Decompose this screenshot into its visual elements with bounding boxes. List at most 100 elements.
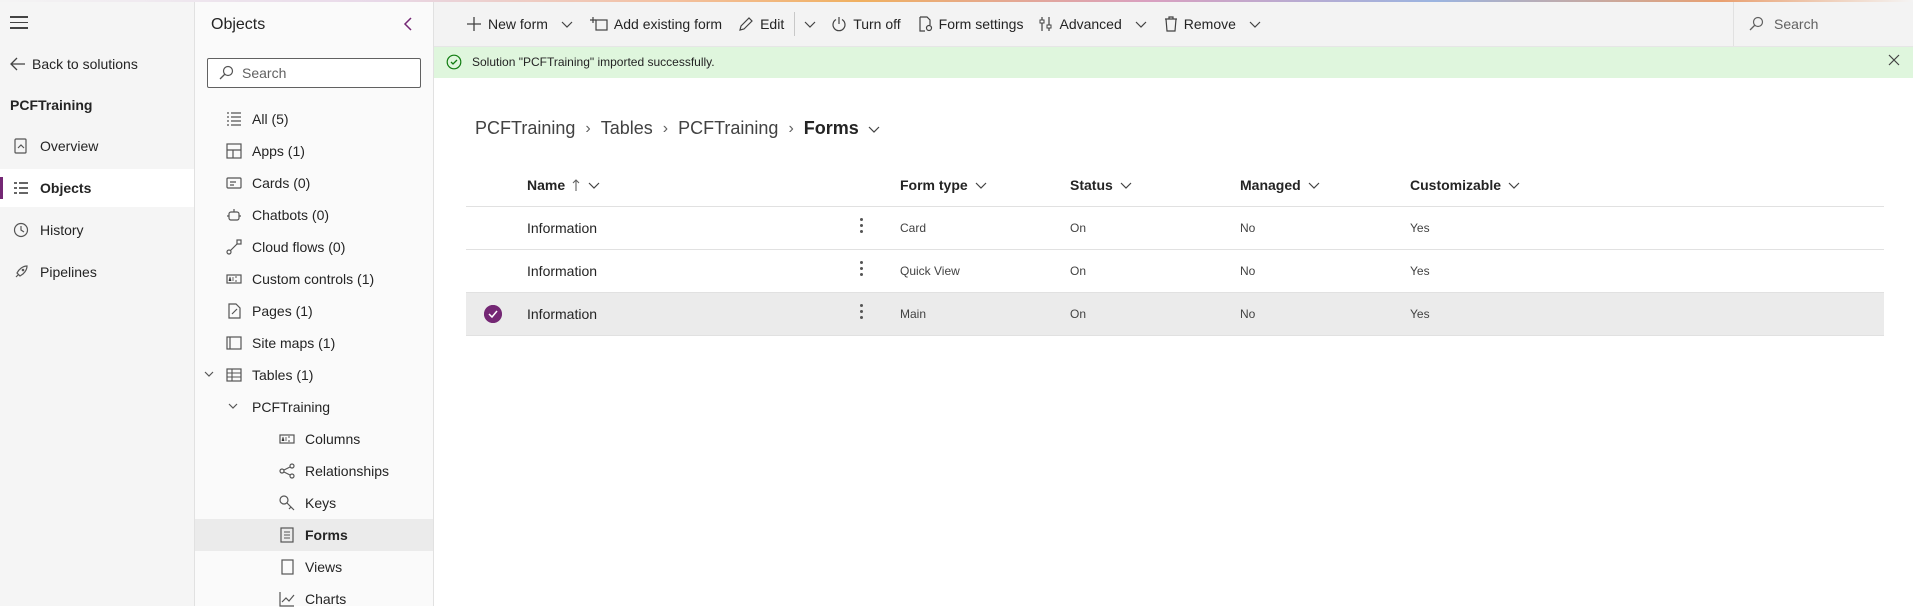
chevron-down-icon[interactable]: [227, 400, 239, 412]
breadcrumb: PCFTraining › Tables › PCFTraining › For…: [475, 118, 881, 139]
command-search-input[interactable]: Search: [1733, 2, 1913, 46]
tree-label: Views: [305, 559, 343, 575]
tree-label: Tables (1): [252, 367, 314, 383]
tree-label: Chatbots (0): [252, 207, 330, 223]
row-selected-checkmark-icon[interactable]: [484, 305, 502, 323]
tree-item-site-maps[interactable]: Site maps (1): [195, 327, 433, 359]
table-row[interactable]: Information Card On No Yes: [466, 207, 1884, 250]
tree-item-views[interactable]: Views: [195, 551, 433, 583]
edit-dropdown-button[interactable]: [797, 2, 823, 46]
remove-button[interactable]: Remove: [1156, 2, 1270, 46]
cell-name[interactable]: Information: [527, 306, 597, 322]
column-header-status-label: Status: [1070, 177, 1113, 193]
column-header-managed-label: Managed: [1240, 177, 1301, 193]
nav-item-objects[interactable]: Objects: [0, 169, 194, 207]
bot-icon: [227, 209, 241, 221]
chevron-down-icon: [1508, 182, 1520, 189]
relationship-icon: [279, 463, 295, 479]
rocket-icon: [15, 265, 28, 278]
tree-item-tables[interactable]: Tables (1): [195, 359, 433, 391]
more-options-icon[interactable]: [860, 218, 864, 236]
turn-off-button[interactable]: Turn off: [823, 2, 908, 46]
view-icon: [281, 559, 294, 575]
checkmark-circle-icon: [446, 54, 462, 70]
breadcrumb-item-solution[interactable]: PCFTraining: [475, 118, 575, 139]
objects-panel-title: Objects: [211, 16, 266, 33]
column-header-name[interactable]: Name: [527, 177, 601, 193]
advanced-button[interactable]: Advanced: [1031, 2, 1155, 46]
overview-icon: [14, 138, 27, 154]
tree-item-custom-controls[interactable]: Custom controls (1): [195, 263, 433, 295]
tree-item-pages[interactable]: Pages (1): [195, 295, 433, 327]
tree-item-charts[interactable]: Charts: [195, 583, 433, 615]
objects-panel: Objects Search All (5) Apps (1) Cards (0…: [195, 2, 434, 607]
history-icon: [13, 222, 29, 238]
solution-name: PCFTraining: [10, 97, 93, 113]
tree-item-cards[interactable]: Cards (0): [195, 167, 433, 199]
add-existing-form-button[interactable]: Add existing form: [582, 2, 730, 46]
breadcrumb-item-table[interactable]: PCFTraining: [678, 118, 778, 139]
tree-label: Keys: [305, 495, 337, 511]
cell-form-type: Quick View: [900, 264, 960, 278]
column-header-form-type[interactable]: Form type: [900, 177, 988, 193]
table-row[interactable]: Information Quick View On No Yes: [466, 250, 1884, 293]
form-settings-button[interactable]: Form settings: [909, 2, 1032, 46]
column-header-status[interactable]: Status: [1070, 177, 1133, 193]
chevron-down-icon: [1120, 182, 1132, 189]
hamburger-menu-icon[interactable]: [10, 16, 28, 30]
breadcrumb-separator-icon: ›: [585, 119, 591, 137]
tree-item-keys[interactable]: Keys: [195, 487, 433, 519]
tree-label: Forms: [305, 527, 348, 543]
close-icon[interactable]: [1887, 53, 1901, 67]
column-header-customizable[interactable]: Customizable: [1410, 177, 1521, 193]
power-icon: [832, 17, 846, 32]
nav-item-pipelines[interactable]: Pipelines: [0, 253, 194, 291]
nav-item-overview[interactable]: Overview: [0, 127, 194, 165]
sort-ascending-icon: [572, 179, 580, 191]
card-icon: [226, 177, 242, 189]
back-to-solutions-link[interactable]: Back to solutions: [10, 56, 138, 72]
chevron-down-icon: [561, 21, 573, 28]
nav-label-objects: Objects: [40, 180, 92, 196]
tree-label: Custom controls (1): [252, 271, 375, 287]
form-settings-label: Form settings: [938, 16, 1024, 32]
form-icon: [280, 527, 294, 543]
tree-item-forms[interactable]: Forms: [195, 519, 433, 551]
column-icon: [279, 434, 295, 444]
breadcrumb-current[interactable]: Forms: [804, 118, 881, 139]
more-options-icon[interactable]: [860, 261, 864, 279]
collapse-panel-chevron-icon[interactable]: [403, 16, 413, 37]
column-header-form-type-label: Form type: [900, 177, 968, 193]
advanced-label: Advanced: [1059, 16, 1122, 32]
table-row[interactable]: Information Main On No Yes: [466, 293, 1884, 336]
objects-search-input[interactable]: Search: [207, 58, 421, 88]
chevron-down-icon[interactable]: [203, 368, 215, 380]
success-banner: Solution "PCFTraining" imported successf…: [434, 47, 1913, 78]
more-options-icon[interactable]: [860, 304, 864, 322]
edit-label: Edit: [760, 16, 785, 32]
cell-name[interactable]: Information: [527, 220, 597, 236]
breadcrumb-item-tables[interactable]: Tables: [601, 118, 653, 139]
nav-item-history[interactable]: History: [0, 211, 194, 249]
column-header-managed[interactable]: Managed: [1240, 177, 1321, 193]
search-icon: [219, 65, 234, 80]
nav-label-pipelines: Pipelines: [40, 264, 97, 280]
cell-form-type: Card: [900, 221, 927, 235]
new-form-button[interactable]: New form: [458, 2, 582, 46]
banner-message: Solution "PCFTraining" imported successf…: [472, 55, 715, 69]
tree-item-all[interactable]: All (5): [195, 103, 433, 135]
chevron-down-icon: [1308, 182, 1320, 189]
objects-icon: [14, 182, 28, 194]
control-icon: [226, 274, 242, 284]
tree-item-pcftraining-table[interactable]: PCFTraining: [195, 391, 433, 423]
breadcrumb-separator-icon: ›: [788, 119, 794, 137]
tree-item-cloud-flows[interactable]: Cloud flows (0): [195, 231, 433, 263]
tree-item-apps[interactable]: Apps (1): [195, 135, 433, 167]
cell-name[interactable]: Information: [527, 263, 597, 279]
edit-button[interactable]: Edit: [730, 2, 792, 46]
tree-item-columns[interactable]: Columns: [195, 423, 433, 455]
forms-grid: Name Form type Status Managed Customizab…: [466, 164, 1884, 336]
tree-item-chatbots[interactable]: Chatbots (0): [195, 199, 433, 231]
cell-form-type: Main: [900, 307, 927, 321]
tree-item-relationships[interactable]: Relationships: [195, 455, 433, 487]
